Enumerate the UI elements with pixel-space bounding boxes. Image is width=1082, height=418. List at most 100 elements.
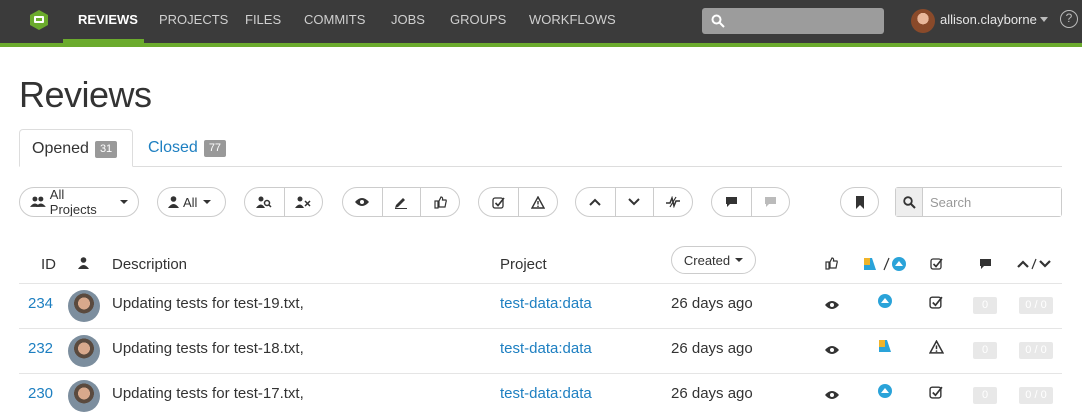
search-icon	[711, 14, 725, 28]
top-navbar: REVIEWS PROJECTS FILES COMMITS JOBS GROU…	[0, 0, 1082, 43]
created-time: 26 days ago	[671, 340, 753, 357]
user-menu-name[interactable]: allison.clayborne	[940, 12, 1037, 27]
author-filter-label: All	[183, 194, 198, 210]
review-search	[895, 187, 1062, 217]
tab-opened-count: 31	[94, 141, 118, 158]
review-description[interactable]: Updating tests for test-19.txt,	[112, 295, 304, 312]
project-link[interactable]: test-data:data	[500, 295, 592, 312]
votes-count-badge: 0 / 0	[1019, 342, 1053, 359]
filter-user-remove[interactable]	[283, 188, 323, 216]
author-avatar[interactable]	[68, 290, 100, 322]
created-time: 26 days ago	[671, 385, 753, 402]
user-search-icon	[256, 196, 272, 208]
review-status-icon	[864, 257, 906, 271]
user-icon	[78, 257, 89, 269]
check-icon	[929, 295, 945, 311]
tab-closed[interactable]: Closed 77	[136, 129, 238, 167]
author-filter-button[interactable]: All	[157, 187, 226, 217]
test-status-filter-group	[478, 187, 558, 217]
caret-down-icon	[120, 200, 128, 204]
review-description[interactable]: Updating tests for test-18.txt,	[112, 340, 304, 357]
nav-projects[interactable]: PROJECTS	[159, 0, 228, 43]
table-divider	[19, 283, 1062, 284]
user-icon	[168, 196, 179, 208]
eye-icon	[825, 297, 841, 313]
filter-approved[interactable]	[420, 188, 459, 216]
filter-tests-pass[interactable]	[479, 188, 518, 216]
nav-commits[interactable]: COMMITS	[304, 0, 365, 43]
needs-review-icon	[877, 338, 893, 354]
review-id-link[interactable]: 230	[28, 385, 53, 402]
column-header-id[interactable]: ID	[41, 256, 56, 273]
user-avatar[interactable]	[911, 9, 935, 33]
table-divider	[19, 328, 1062, 329]
search-addon	[896, 188, 923, 216]
bookmark-filter-segment	[841, 188, 878, 216]
projects-filter-label: All Projects	[49, 187, 97, 217]
chevron-down-icon	[628, 198, 641, 206]
review-id-link[interactable]: 232	[28, 340, 53, 357]
nav-reviews[interactable]: REVIEWS	[78, 0, 138, 43]
sort-order-button[interactable]: Created	[671, 246, 756, 274]
search-input[interactable]	[923, 188, 1061, 216]
review-id-link[interactable]: 234	[28, 295, 53, 312]
filter-needs-revision[interactable]	[381, 188, 421, 216]
chevron-up-icon	[589, 198, 602, 206]
warning-icon	[530, 195, 545, 209]
created-time: 26 days ago	[671, 295, 753, 312]
filter-needs-review[interactable]	[343, 188, 382, 216]
activity-icon	[666, 196, 681, 208]
nav-files[interactable]: FILES	[245, 0, 281, 43]
filter-down-votes[interactable]	[614, 188, 654, 216]
comment-icon	[980, 259, 991, 269]
filter-no-comments[interactable]	[750, 188, 790, 216]
bookmark-icon	[855, 195, 864, 209]
filter-no-votes[interactable]	[653, 188, 692, 216]
warning-icon	[928, 339, 945, 356]
review-state-filter-group	[342, 187, 460, 217]
filter-user-search[interactable]	[245, 188, 284, 216]
eye-icon	[825, 342, 841, 358]
tab-closed-label: Closed	[148, 139, 198, 156]
participant-filter-group	[244, 187, 323, 217]
page-title: Reviews	[19, 74, 152, 115]
chevron-down-icon[interactable]	[1040, 17, 1048, 22]
votes-count-badge: 0 / 0	[1019, 387, 1053, 404]
table-divider	[19, 373, 1062, 374]
nav-groups[interactable]: GROUPS	[450, 0, 506, 43]
votes-count-badge: 0 / 0	[1019, 297, 1053, 314]
tab-opened[interactable]: Opened 31	[19, 129, 133, 167]
check-icon	[929, 385, 945, 401]
comments-filter-group	[711, 187, 790, 217]
project-link[interactable]: test-data:data	[500, 385, 592, 402]
up-circle-icon	[877, 383, 893, 399]
filter-has-comments[interactable]	[712, 188, 751, 216]
author-avatar[interactable]	[68, 335, 100, 367]
swarm-logo-icon[interactable]	[28, 9, 50, 31]
nav-accent-stripe	[0, 43, 1082, 47]
sort-order-label: Created	[683, 252, 731, 268]
bookmark-filter-button[interactable]	[840, 187, 879, 217]
up-circle-icon	[877, 293, 893, 309]
vote-filter-group	[575, 187, 693, 217]
nav-workflows[interactable]: WORKFLOWS	[529, 0, 616, 43]
column-header-project: Project	[500, 256, 547, 273]
eye-icon	[355, 198, 370, 206]
nav-jobs[interactable]: JOBS	[391, 0, 425, 43]
caret-down-icon	[203, 200, 212, 204]
votes-icon	[1017, 258, 1051, 270]
author-avatar[interactable]	[68, 380, 100, 412]
projects-filter-button[interactable]: All Projects	[19, 187, 139, 217]
search-icon	[902, 195, 916, 209]
comments-count-badge: 0	[973, 387, 997, 404]
comments-count-badge: 0	[973, 342, 997, 359]
filter-up-votes[interactable]	[576, 188, 615, 216]
eye-icon	[825, 387, 841, 403]
filter-tests-fail[interactable]	[517, 188, 558, 216]
project-link[interactable]: test-data:data	[500, 340, 592, 357]
review-description[interactable]: Updating tests for test-17.txt,	[112, 385, 304, 402]
nav-search-input[interactable]	[702, 8, 884, 34]
thumbs-up-icon	[434, 195, 447, 209]
help-icon[interactable]: ?	[1060, 10, 1078, 28]
column-header-description: Description	[112, 256, 188, 273]
